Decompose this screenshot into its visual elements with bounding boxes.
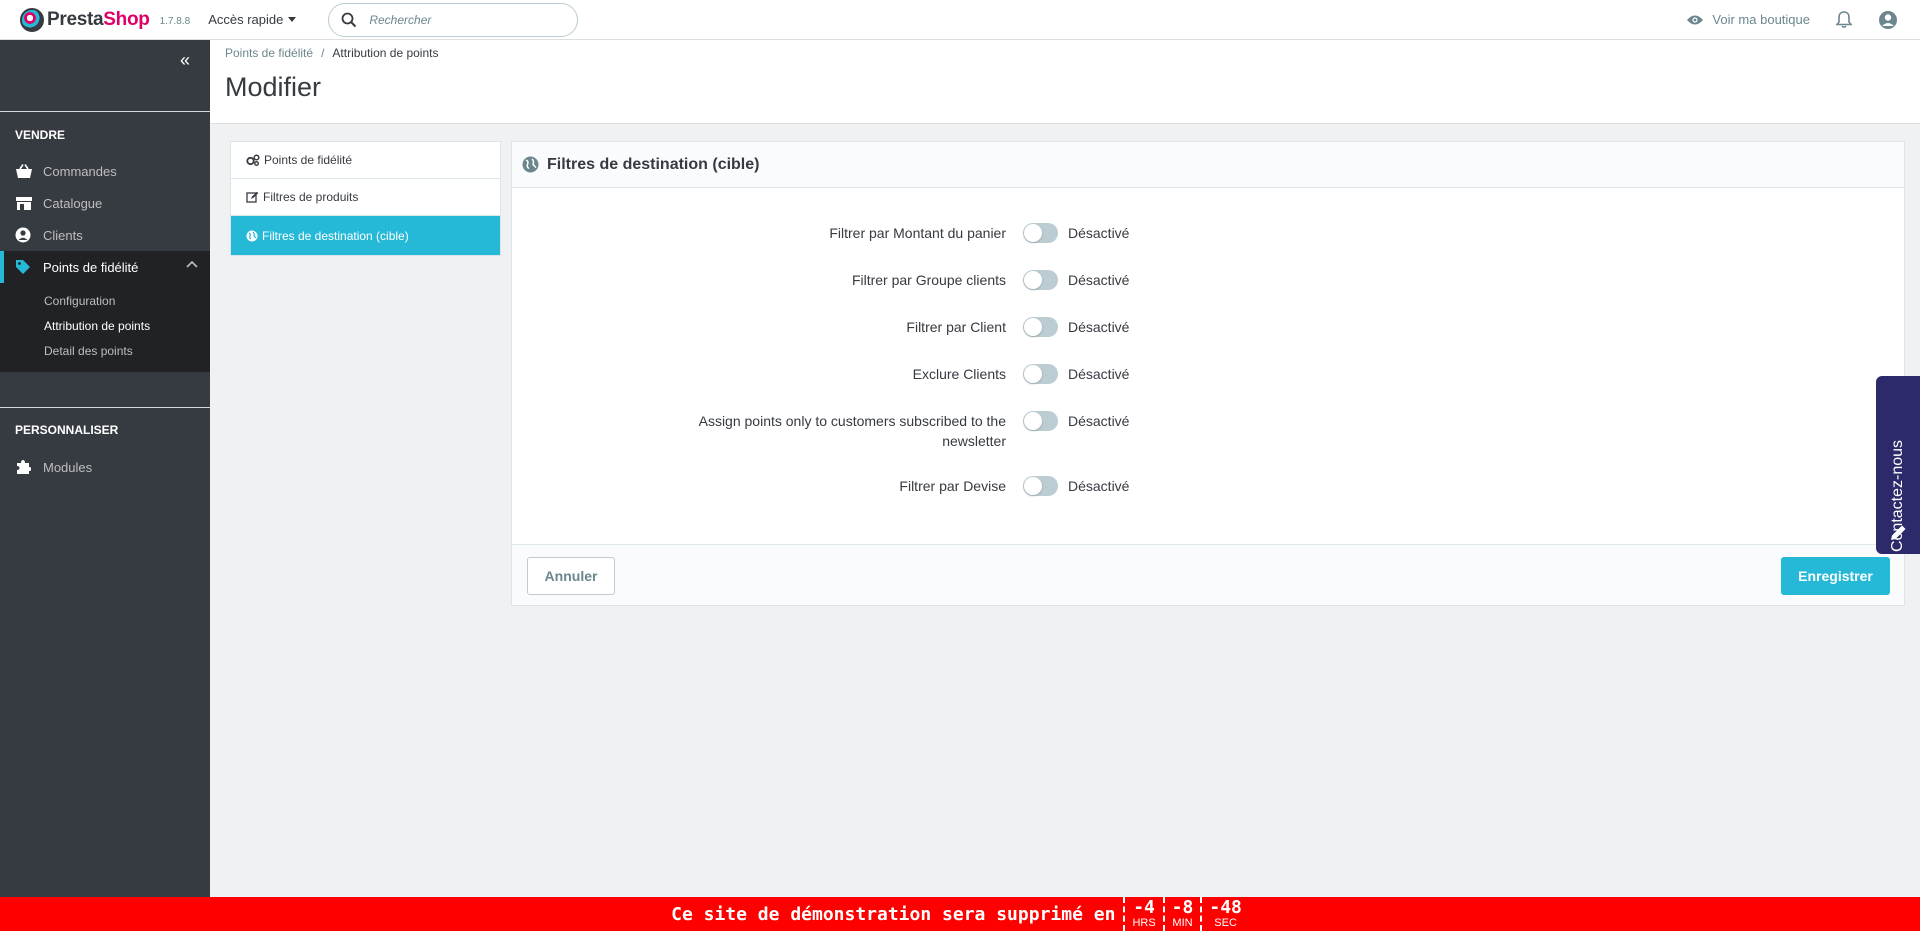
sidebar-item-catalog[interactable]: Catalogue bbox=[0, 187, 210, 219]
sidebar-section-sell: VENDRE bbox=[15, 128, 66, 142]
countdown-unit: HRS bbox=[1132, 917, 1156, 929]
form-label: Filtrer par Devise bbox=[899, 478, 1006, 494]
toggle-state-label: Désactivé bbox=[1068, 413, 1130, 429]
customer-group-filter-toggle[interactable] bbox=[1023, 270, 1058, 290]
toggle-state-label: Désactivé bbox=[1068, 478, 1130, 494]
form-label: Filtrer par Groupe clients bbox=[851, 272, 1006, 288]
quick-access-dropdown[interactable]: Accès rapide bbox=[208, 12, 297, 27]
sidebar-item-orders[interactable]: Commandes bbox=[0, 155, 210, 187]
form-tabs: Points de fidélité Filtres de produits F… bbox=[230, 141, 501, 256]
sidebar: « VENDRE Commandes Catalogue Clients Poi… bbox=[0, 40, 210, 897]
panel-footer: Annuler Enregistrer bbox=[512, 544, 1904, 605]
tab-label: Points de fidélité bbox=[264, 153, 353, 167]
panel-title: Filtres de destination (cible) bbox=[547, 155, 760, 173]
countdown-value: -48 bbox=[1209, 897, 1242, 918]
countdown-seconds: -48 SEC bbox=[1200, 897, 1249, 931]
customer-filter-toggle[interactable] bbox=[1023, 317, 1058, 337]
version-label: 1.7.8.8 bbox=[159, 16, 191, 27]
puzzle-icon bbox=[17, 460, 31, 474]
currency-filter-toggle[interactable] bbox=[1023, 476, 1058, 496]
sidebar-item-label: Modules bbox=[43, 459, 93, 475]
form-label: Filtrer par Client bbox=[906, 319, 1006, 335]
submenu-item-points-attribution[interactable]: Attribution de points bbox=[0, 314, 210, 339]
countdown-minutes: -8 MIN bbox=[1162, 897, 1201, 931]
caret-down-icon bbox=[288, 17, 297, 22]
cart-amount-filter-toggle[interactable] bbox=[1023, 223, 1058, 243]
exclude-customers-toggle[interactable] bbox=[1023, 364, 1058, 384]
collapse-sidebar-icon[interactable]: « bbox=[180, 50, 190, 71]
breadcrumb: Points de fidélité / Attribution de points bbox=[225, 46, 438, 60]
submenu-item-points-detail[interactable]: Detail des points bbox=[0, 339, 210, 364]
tab-destination-filters[interactable]: Filtres de destination (cible) bbox=[231, 216, 500, 255]
quick-access-label: Accès rapide bbox=[208, 12, 284, 27]
banner-message: Ce site de démonstration sera supprimé e… bbox=[671, 903, 1116, 925]
user-circle-icon bbox=[15, 227, 31, 243]
toggle-state-label: Désactivé bbox=[1068, 366, 1130, 382]
destination-filters-panel: Filtres de destination (cible) Filtrer p… bbox=[511, 141, 1905, 606]
store-icon bbox=[16, 196, 32, 210]
prestashop-logo[interactable]: PrestaShop 1.7.8.8 bbox=[20, 7, 191, 32]
tab-label: Filtres de destination (cible) bbox=[262, 228, 409, 243]
countdown-unit: SEC bbox=[1214, 917, 1237, 929]
cogs-icon bbox=[246, 154, 260, 166]
sidebar-item-label: Points de fidélité bbox=[43, 259, 139, 275]
globe-icon bbox=[246, 230, 258, 241]
tab-label: Filtres de produits bbox=[263, 190, 359, 204]
countdown-unit: MIN bbox=[1172, 917, 1193, 929]
globe-icon bbox=[522, 156, 539, 173]
breadcrumb-current: Attribution de points bbox=[332, 46, 439, 60]
top-header: PrestaShop 1.7.8.8 Accès rapide Voir ma … bbox=[0, 0, 1920, 40]
form-label: Assign points only to customers subscrib… bbox=[698, 413, 1006, 449]
page-title: Modifier bbox=[225, 72, 322, 102]
sidebar-section-customize: PERSONNALISER bbox=[15, 423, 119, 437]
loyalty-submenu: Configuration Attribution de points Deta… bbox=[0, 283, 210, 372]
submenu-item-configuration[interactable]: Configuration bbox=[0, 289, 210, 314]
contact-us-widget[interactable]: Contactez-nous bbox=[1876, 376, 1920, 554]
search-input[interactable] bbox=[369, 12, 550, 27]
cancel-button[interactable]: Annuler bbox=[527, 557, 615, 595]
countdown-value: -8 bbox=[1171, 897, 1194, 918]
pencil-icon bbox=[1891, 525, 1906, 540]
sidebar-item-label: Clients bbox=[43, 227, 83, 243]
sidebar-item-loyalty[interactable]: Points de fidélité bbox=[0, 251, 210, 283]
account-icon[interactable] bbox=[1878, 10, 1898, 30]
breadcrumb-parent-link[interactable]: Points de fidélité bbox=[225, 46, 313, 60]
newsletter-subscribers-toggle[interactable] bbox=[1023, 411, 1058, 431]
eye-icon bbox=[1687, 15, 1704, 24]
bell-icon[interactable] bbox=[1836, 10, 1852, 29]
countdown-hours: -4 HRS bbox=[1123, 897, 1162, 931]
page-header: Points de fidélité / Attribution de points… bbox=[210, 40, 1920, 124]
tab-product-filters[interactable]: Filtres de produits bbox=[231, 179, 500, 216]
demo-countdown-banner: Ce site de démonstration sera supprimé e… bbox=[0, 897, 1920, 931]
sidebar-sell-items: Commandes Catalogue Clients Points de fi… bbox=[0, 155, 210, 372]
form-label: Exclure Clients bbox=[912, 366, 1006, 382]
search-box[interactable] bbox=[328, 2, 579, 37]
basket-icon bbox=[16, 163, 32, 178]
sidebar-divider bbox=[0, 111, 210, 112]
sidebar-divider bbox=[0, 407, 210, 408]
sidebar-item-label: Catalogue bbox=[43, 195, 103, 211]
header-right: Voir ma boutique bbox=[1686, 10, 1898, 30]
toggle-state-label: Désactivé bbox=[1068, 319, 1130, 335]
form-label: Filtrer par Montant du panier bbox=[829, 225, 1006, 241]
view-shop-label: Voir ma boutique bbox=[1712, 12, 1810, 27]
toggle-state-label: Désactivé bbox=[1068, 225, 1130, 241]
tab-loyalty-points[interactable]: Points de fidélité bbox=[231, 142, 500, 179]
countdown-value: -4 bbox=[1133, 897, 1155, 918]
panel-heading: Filtres de destination (cible) bbox=[512, 142, 1904, 188]
breadcrumb-separator: / bbox=[321, 46, 325, 60]
edit-icon bbox=[246, 191, 259, 203]
save-button[interactable]: Enregistrer bbox=[1781, 557, 1890, 595]
tag-icon bbox=[16, 260, 30, 274]
toggle-state-label: Désactivé bbox=[1068, 272, 1130, 288]
sidebar-item-modules[interactable]: Modules bbox=[0, 451, 210, 483]
sidebar-item-label: Commandes bbox=[43, 163, 117, 179]
chevron-up-icon bbox=[186, 260, 198, 268]
logo-text: PrestaShop bbox=[47, 8, 150, 30]
sidebar-item-customers[interactable]: Clients bbox=[0, 219, 210, 251]
search-icon bbox=[341, 12, 357, 27]
view-shop-link[interactable]: Voir ma boutique bbox=[1686, 12, 1810, 27]
prestashop-logo-icon bbox=[20, 7, 44, 32]
